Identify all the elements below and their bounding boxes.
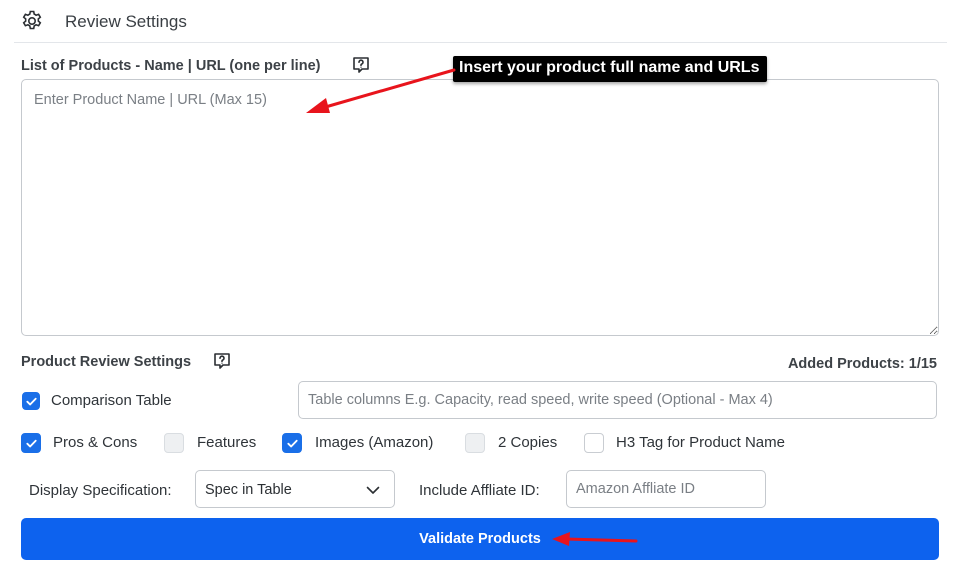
review-settings-label: Product Review Settings — [21, 354, 192, 370]
h3-tag-checkbox[interactable] — [584, 433, 604, 453]
pros-cons-checkbox[interactable] — [21, 433, 41, 453]
pros-cons-label: Pros & Cons — [53, 434, 138, 451]
affiliate-id-input[interactable] — [566, 470, 766, 508]
h3-tag-label: H3 Tag for Product Name — [616, 434, 785, 451]
affiliate-label: Include Affliate ID: — [419, 482, 540, 499]
products-label: List of Products - Name | URL (one per l… — [21, 58, 321, 74]
check-icon — [287, 439, 298, 448]
check-icon — [26, 397, 37, 406]
help-icon[interactable] — [351, 55, 371, 75]
display-spec-value: Spec in Table — [205, 482, 292, 498]
display-spec-label: Display Specification: — [29, 482, 172, 499]
display-spec-select[interactable]: Spec in Table — [195, 470, 395, 508]
help-icon[interactable] — [212, 351, 232, 371]
two-copies-label: 2 Copies — [498, 434, 558, 451]
chevron-down-icon — [366, 486, 380, 494]
table-columns-input[interactable] — [298, 381, 937, 419]
validate-products-button[interactable]: Validate Products — [21, 518, 939, 560]
added-products-count: Added Products: 1/15 — [787, 356, 937, 372]
check-icon — [26, 439, 37, 448]
two-copies-checkbox[interactable] — [465, 433, 485, 453]
section-header: Review Settings — [14, 0, 947, 43]
comparison-table-label: Comparison Table — [51, 392, 172, 409]
features-checkbox[interactable] — [164, 433, 184, 453]
comparison-table-checkbox[interactable] — [22, 392, 40, 410]
images-amazon-checkbox[interactable] — [282, 433, 302, 453]
gear-icon — [22, 10, 42, 30]
images-amazon-label: Images (Amazon) — [315, 434, 434, 451]
products-textarea[interactable] — [21, 79, 939, 336]
features-label: Features — [197, 434, 257, 451]
section-title: Review Settings — [65, 12, 187, 31]
annotation-callout: Insert your product full name and URLs — [453, 56, 768, 82]
